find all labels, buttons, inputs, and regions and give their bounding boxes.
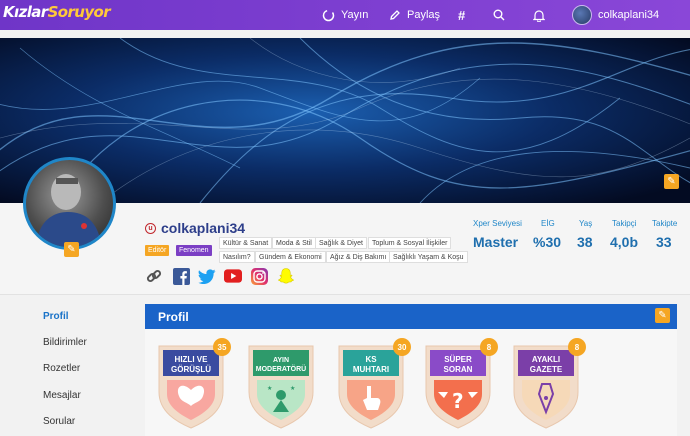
rozet-label-line2: MUHTARI bbox=[352, 365, 390, 374]
yas-label: Yaş bbox=[579, 219, 593, 228]
pencil-icon: ✎ bbox=[67, 244, 76, 255]
profile-username-row: u colkaplani34 bbox=[145, 220, 245, 236]
rozet-ks-muhtari[interactable]: KS MUHTARI 30 bbox=[333, 338, 411, 430]
search-button[interactable] bbox=[493, 0, 505, 30]
hashtag-button[interactable]: # bbox=[458, 0, 465, 30]
sidebar-item-rozetler[interactable]: Rozetler bbox=[43, 363, 80, 374]
snapchat-icon[interactable] bbox=[277, 267, 295, 285]
topic-tag[interactable]: Toplum & Sosyal İlişkiler bbox=[368, 237, 452, 249]
panel-title: Profil bbox=[158, 310, 189, 324]
yayin-label: Yayın bbox=[341, 9, 369, 21]
topic-tag[interactable]: Gündem & Ekonomi bbox=[255, 251, 326, 263]
topic-tag[interactable]: Sağlıklı Yaşam & Koşu bbox=[389, 251, 468, 263]
rozet-count: 35 bbox=[213, 338, 231, 356]
paylas-button[interactable]: Paylaş bbox=[389, 0, 440, 30]
logo-part1: Kızlar bbox=[3, 3, 48, 21]
rozet-label-line1: HIZLI VE bbox=[174, 355, 208, 364]
rozet-ayakli-gazete[interactable]: AYAKLI GAZETE 8 bbox=[508, 338, 586, 430]
topic-tag[interactable]: Sağlık & Diyet bbox=[315, 237, 367, 249]
sidebar-item-mesajlar[interactable]: Mesajlar bbox=[43, 390, 81, 401]
topic-tag[interactable]: Moda & Stil bbox=[272, 237, 316, 249]
hashtag-icon: # bbox=[458, 7, 466, 23]
rozet-count: 30 bbox=[393, 338, 411, 356]
edit-cover-button[interactable]: ✎ bbox=[664, 174, 679, 189]
fenomen-badge: Fenomen bbox=[176, 245, 212, 256]
eig-label: EİG bbox=[541, 219, 555, 228]
profile-panel-header: Profil bbox=[145, 304, 677, 329]
site-logo[interactable]: KızlarSoruyor bbox=[3, 3, 111, 21]
yas-value: 38 bbox=[577, 234, 593, 250]
search-icon bbox=[493, 9, 505, 21]
user-avatar bbox=[572, 5, 592, 25]
header-username: colkaplani34 bbox=[598, 9, 660, 21]
instagram-icon[interactable] bbox=[250, 267, 268, 285]
svg-text:?: ? bbox=[452, 389, 464, 413]
pencil-icon: ✎ bbox=[667, 176, 676, 187]
link-icon[interactable] bbox=[145, 267, 163, 285]
twitter-icon[interactable] bbox=[198, 267, 216, 285]
takipte-value[interactable]: 33 bbox=[656, 234, 672, 250]
paylas-label: Paylaş bbox=[407, 9, 441, 21]
bell-icon bbox=[533, 9, 545, 22]
rozet-label-line1: KS bbox=[365, 355, 377, 364]
xper-value: Master bbox=[473, 234, 519, 250]
rozet-label-line2: SORAN bbox=[443, 365, 473, 374]
eig-value: %30 bbox=[533, 234, 562, 250]
broadcast-icon bbox=[322, 9, 335, 22]
sidebar-item-bildirimler[interactable]: Bildirimler bbox=[43, 337, 87, 348]
rozet-count: 8 bbox=[480, 338, 498, 356]
takipte-label[interactable]: Takipte bbox=[652, 219, 677, 228]
svg-text:★: ★ bbox=[290, 385, 295, 392]
topic-tag[interactable]: Nasılım? bbox=[219, 251, 255, 263]
edit-avatar-button[interactable]: ✎ bbox=[64, 242, 79, 257]
yayin-button[interactable]: Yayın bbox=[322, 0, 368, 30]
topic-tag[interactable]: Kültür & Sanat bbox=[219, 237, 273, 249]
rozet-label-line1: AYIN bbox=[272, 357, 290, 364]
logo-part2: Soruyor bbox=[47, 3, 111, 21]
rozet-label-line1: SÜPER bbox=[444, 355, 472, 364]
rozet-label-line2: MODERATÖRÜ bbox=[255, 366, 307, 373]
profile-username[interactable]: colkaplani34 bbox=[161, 220, 245, 236]
sidebar-item-profil[interactable]: Profil bbox=[43, 311, 69, 322]
topic-tag[interactable]: Ağız & Diş Bakımı bbox=[326, 251, 391, 263]
xper-label: Xper Seviyesi bbox=[473, 219, 522, 228]
pencil-icon bbox=[389, 9, 401, 21]
rozet-label-line2: GÖRÜŞLÜ bbox=[171, 365, 211, 374]
rozet-label-line2: GAZETE bbox=[529, 365, 563, 374]
user-menu[interactable]: colkaplani34 bbox=[572, 0, 659, 30]
rozet-label-line1: AYAKLI bbox=[531, 355, 561, 364]
takipci-value[interactable]: 4,0b bbox=[610, 234, 638, 250]
rozet-super-soran[interactable]: ? SÜPER SORAN 8 bbox=[420, 338, 498, 430]
profile-avatar bbox=[23, 157, 116, 250]
svg-text:★: ★ bbox=[267, 385, 272, 392]
youtube-icon[interactable] bbox=[224, 267, 242, 285]
editor-badge: Editör bbox=[145, 245, 170, 256]
edit-panel-button[interactable]: ✎ bbox=[655, 308, 670, 323]
notifications-button[interactable] bbox=[533, 0, 545, 30]
sidebar-item-sorular[interactable]: Sorular bbox=[43, 416, 75, 427]
rozet-ayin-moderatoru[interactable]: ★ ★ AYIN MODERATÖRÜ bbox=[243, 340, 319, 430]
profile-sidebar: Profil Bildirimler Rozetler Mesajlar Sor… bbox=[0, 300, 140, 436]
rozet-hizli-ve-gorusli[interactable]: HIZLI VE GÖRÜŞLÜ 35 bbox=[153, 338, 231, 430]
rozet-count: 8 bbox=[568, 338, 586, 356]
facebook-icon[interactable] bbox=[172, 267, 190, 285]
user-level-icon: u bbox=[145, 222, 156, 234]
takipci-label[interactable]: Takipçi bbox=[612, 219, 636, 228]
pencil-icon: ✎ bbox=[658, 310, 667, 321]
top-navigation-bar: KızlarSoruyor Yayın Paylaş # colkaplani3… bbox=[0, 0, 690, 30]
